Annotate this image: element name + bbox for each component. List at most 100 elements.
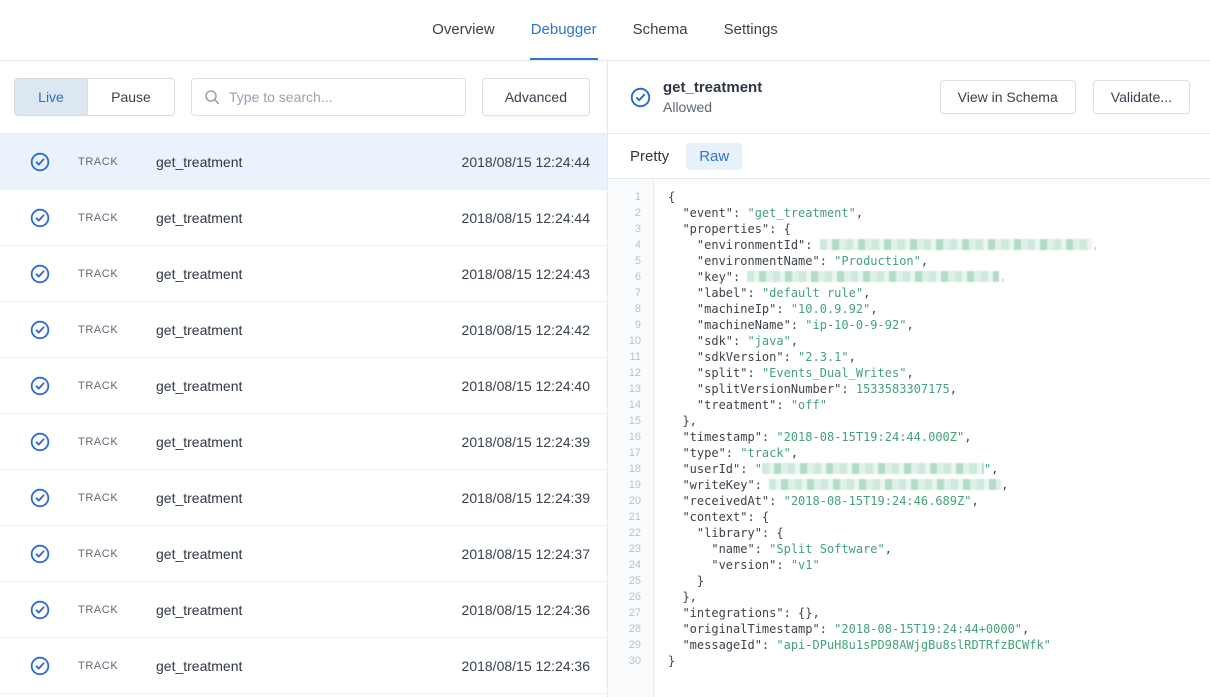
code-line: "machineName": "ip-10-0-9-92", (668, 317, 1202, 333)
code-line: "integrations": {}, (668, 605, 1202, 621)
code-token: "Events_Dual_Writes" (762, 366, 907, 380)
tab-debugger[interactable]: Debugger (530, 0, 598, 60)
code-token: "properties" (668, 222, 769, 236)
search-box[interactable] (191, 78, 466, 116)
event-name: get_treatment (156, 378, 242, 394)
code-token: "default rule" (762, 286, 863, 300)
line-number-gutter: 1234567891011121314151617181920212223242… (608, 179, 654, 697)
line-number: 21 (608, 509, 641, 525)
event-type-label: TRACK (78, 212, 136, 224)
code-token: "v1" (791, 558, 820, 572)
code-token: "machineName" (668, 318, 791, 332)
code-line: "library": { (668, 525, 1202, 541)
validate-button[interactable]: Validate... (1093, 80, 1190, 114)
event-type-label: TRACK (78, 324, 136, 336)
code-token: , (1001, 478, 1008, 492)
code-token: : (784, 350, 798, 364)
line-number: 22 (608, 525, 641, 541)
code-token: : (755, 542, 769, 556)
code-line: "properties": { (668, 221, 1202, 237)
code-line: "timestamp": "2018-08-15T19:24:44.000Z", (668, 429, 1202, 445)
event-type-label: TRACK (78, 156, 136, 168)
pause-button[interactable]: Pause (88, 79, 174, 115)
code-token: "event" (668, 206, 733, 220)
tab-settings[interactable]: Settings (723, 0, 779, 60)
code-line: "name": "Split Software", (668, 541, 1202, 557)
check-circle-icon (30, 376, 50, 396)
check-circle-icon (30, 600, 50, 620)
code-token: , (999, 270, 1006, 284)
code-token: : (791, 318, 805, 332)
event-row[interactable]: TRACKget_treatment2018/08/15 12:24:40 (0, 358, 607, 414)
code-token: "2.3.1" (798, 350, 849, 364)
check-circle-icon (30, 208, 50, 228)
code-line: "messageId": "api-DPuH8u1sPD98AWjgBu8slR… (668, 637, 1202, 653)
event-row[interactable]: TRACKget_treatment2018/08/15 12:24:44 (0, 134, 607, 190)
code-token: : { (747, 510, 769, 524)
event-name: get_treatment (156, 322, 242, 338)
line-number: 12 (608, 365, 641, 381)
code-token: "Production" (834, 254, 921, 268)
code-line: "type": "track", (668, 445, 1202, 461)
code-token: "writeKey" (668, 478, 755, 492)
code-line: "sdk": "java", (668, 333, 1202, 349)
event-row[interactable]: TRACKget_treatment2018/08/15 12:24:36 (0, 638, 607, 694)
code-token: : (726, 446, 740, 460)
tab-pretty[interactable]: Pretty (630, 143, 669, 170)
code-token: "2018-08-15T19:24:44.000Z" (776, 430, 964, 444)
code-token: : (776, 302, 790, 316)
advanced-button[interactable]: Advanced (482, 78, 590, 116)
code-token: : (740, 462, 754, 476)
code-token: " (755, 462, 762, 476)
view-in-schema-button[interactable]: View in Schema (940, 80, 1076, 114)
event-timestamp: 2018/08/15 12:24:37 (462, 546, 590, 562)
code-line: "userId": "", (668, 461, 1202, 477)
event-timestamp: 2018/08/15 12:24:36 (462, 602, 590, 618)
code-line: "environmentName": "Production", (668, 253, 1202, 269)
event-type-label: TRACK (78, 492, 136, 504)
code-token: "ip-10-0-9-92" (805, 318, 906, 332)
live-button[interactable]: Live (15, 79, 88, 115)
code-token: "originalTimestamp" (668, 622, 820, 636)
check-circle-icon (30, 432, 50, 452)
code-token: { (668, 190, 675, 204)
code-line: "key": , (668, 269, 1202, 285)
code-token: "context" (668, 510, 747, 524)
line-number: 5 (608, 253, 641, 269)
event-row[interactable]: TRACKget_treatment2018/08/15 12:24:39 (0, 470, 607, 526)
code-token: "key" (668, 270, 733, 284)
event-row[interactable]: TRACK get_treatment 2018/08/15 12:24:36 (0, 582, 607, 638)
code-pane[interactable]: { "event": "get_treatment", "properties"… (654, 179, 1210, 697)
code-token: : (805, 238, 819, 252)
event-row[interactable]: TRACKget_treatment2018/08/15 12:24:44 (0, 190, 607, 246)
code-line: "label": "default rule", (668, 285, 1202, 301)
event-row[interactable]: TRACKget_treatment2018/08/15 12:24:42 (0, 302, 607, 358)
code-token: , (1022, 622, 1029, 636)
code-token: }, (668, 590, 697, 604)
code-token: : { (762, 526, 784, 540)
event-row[interactable]: TRACKget_treatment2018/08/15 12:24:43 (0, 246, 607, 302)
line-number: 29 (608, 637, 641, 653)
tab-overview[interactable]: Overview (431, 0, 496, 60)
event-name: get_treatment (156, 602, 242, 618)
event-type-label: TRACK (78, 380, 136, 392)
code-line: } (668, 653, 1202, 669)
event-row[interactable]: TRACKget_treatment2018/08/15 12:24:37 (0, 526, 607, 582)
code-token: "sdkVersion" (668, 350, 784, 364)
check-circle-icon (30, 544, 50, 564)
code-token: , (921, 254, 928, 268)
event-name: get_treatment (156, 434, 242, 450)
line-number: 6 (608, 269, 641, 285)
code-line: }, (668, 589, 1202, 605)
line-number: 16 (608, 429, 641, 445)
event-list: TRACKget_treatment2018/08/15 12:24:44TRA… (0, 134, 607, 697)
check-circle-icon (30, 488, 50, 508)
event-type-label: TRACK (78, 604, 136, 616)
view-tabs: Pretty Raw (608, 134, 1210, 179)
event-row[interactable]: TRACKget_treatment2018/08/15 12:24:39 (0, 414, 607, 470)
code-token: : (820, 622, 834, 636)
event-name: get_treatment (156, 546, 242, 562)
tab-raw[interactable]: Raw (686, 143, 742, 170)
search-input[interactable] (229, 89, 453, 105)
tab-schema[interactable]: Schema (632, 0, 689, 60)
